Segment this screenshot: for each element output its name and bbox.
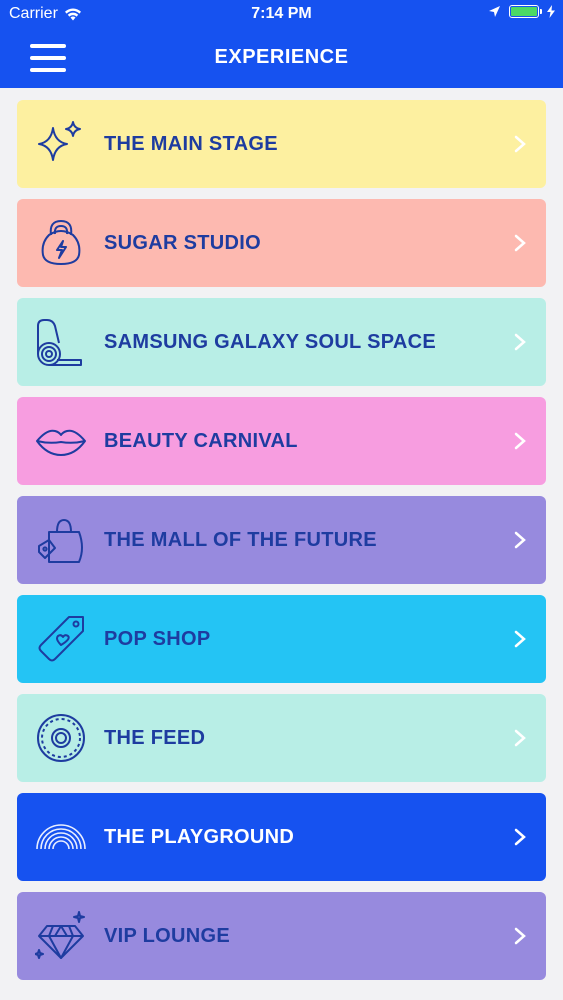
clock: 7:14 PM xyxy=(251,5,312,22)
charging-bolt-icon xyxy=(547,5,555,18)
chevron-right-icon xyxy=(514,927,526,945)
experience-item-label: SUGAR STUDIO xyxy=(104,232,261,254)
experience-item-main-stage[interactable]: THE MAIN STAGE xyxy=(17,100,546,188)
experience-item-galaxy-soul-space[interactable]: SAMSUNG GALAXY SOUL SPACE xyxy=(17,298,546,386)
donut-icon xyxy=(37,714,85,762)
chevron-right-icon xyxy=(514,729,526,747)
sparkle-icon xyxy=(38,121,81,161)
experience-item-vip-lounge[interactable]: VIP LOUNGE xyxy=(17,892,546,980)
chevron-right-icon xyxy=(514,432,526,450)
experience-item-label: SAMSUNG GALAXY SOUL SPACE xyxy=(104,331,436,353)
chevron-right-icon xyxy=(514,531,526,549)
experience-item-label: THE MAIN STAGE xyxy=(104,133,278,155)
shopping-bag-icon xyxy=(38,519,83,563)
page-title: EXPERIENCE xyxy=(214,46,349,68)
location-arrow-icon xyxy=(489,6,500,17)
experience-item-beauty-carnival[interactable]: BEAUTY CARNIVAL xyxy=(17,397,546,485)
experience-item-pop-shop[interactable]: POP SHOP xyxy=(17,595,546,683)
chevron-right-icon xyxy=(514,828,526,846)
experience-item-the-playground[interactable]: THE PLAYGROUND xyxy=(17,793,546,881)
price-tag-icon xyxy=(38,616,84,662)
battery-level xyxy=(511,7,537,16)
status-right xyxy=(488,5,555,18)
experience-item-label: VIP LOUNGE xyxy=(104,925,230,947)
diamond-icon xyxy=(35,911,85,959)
lips-icon xyxy=(36,429,86,456)
experience-item-label: THE FEED xyxy=(104,727,206,749)
experience-item-the-feed[interactable]: THE FEED xyxy=(17,694,546,782)
chevron-right-icon xyxy=(514,234,526,252)
battery-icon xyxy=(509,5,542,18)
experience-item-sugar-studio[interactable]: SUGAR STUDIO xyxy=(17,199,546,287)
kettlebell-icon xyxy=(41,220,81,265)
status-bar: Carrier 7:14 PM xyxy=(0,0,563,30)
chevron-right-icon xyxy=(514,333,526,351)
experience-item-mall-of-the-future[interactable]: THE MALL OF THE FUTURE xyxy=(17,496,546,584)
experience-item-label: THE PLAYGROUND xyxy=(104,826,295,848)
list-top-gap xyxy=(0,88,563,100)
experience-item-label: BEAUTY CARNIVAL xyxy=(104,430,298,452)
rainbow-icon xyxy=(36,824,86,850)
yoga-mat-icon xyxy=(37,319,82,366)
app-header: Carrier 7:14 PM EXPERIENCE xyxy=(0,0,563,88)
experience-item-label: THE MALL OF THE FUTURE xyxy=(104,529,377,551)
experience-list: THE MAIN STAGE SUGAR STUDIO SAMSUNG GALA… xyxy=(0,88,563,991)
experience-item-label: POP SHOP xyxy=(104,628,211,650)
chevron-right-icon xyxy=(514,630,526,648)
chevron-right-icon xyxy=(514,135,526,153)
